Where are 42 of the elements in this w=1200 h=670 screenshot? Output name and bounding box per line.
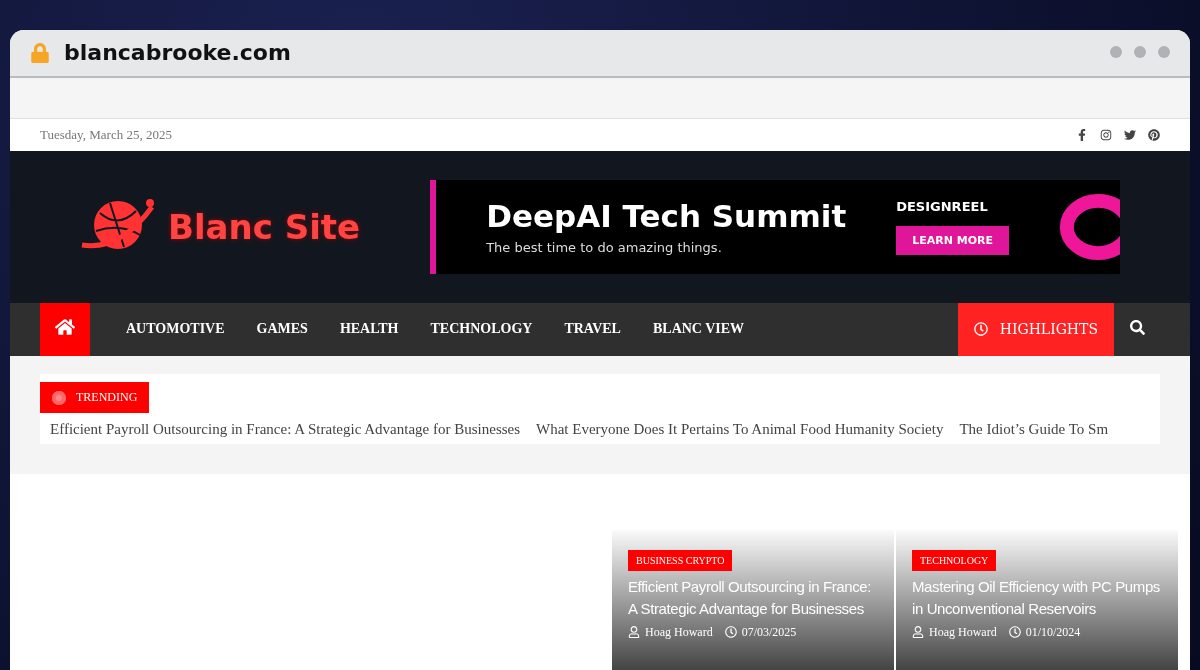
post-date: 01/10/2024 <box>1008 624 1081 640</box>
author-link[interactable]: Hoag Howard <box>912 624 997 640</box>
nav-link[interactable]: TECHNOLOGY <box>414 302 549 356</box>
category-tag[interactable]: BUSINESS CRYPTO <box>628 550 733 571</box>
instagram-icon[interactable] <box>1100 128 1112 141</box>
search-icon <box>1129 320 1145 336</box>
learn-more-button[interactable]: LEARN MORE <box>896 225 1010 255</box>
clock-icon <box>973 322 988 337</box>
trending-link[interactable]: The Idiot’s Guide To Sm <box>959 421 1109 438</box>
nav-link[interactable]: GAMES <box>240 302 324 356</box>
window-dot <box>1134 45 1146 58</box>
date-text: Tuesday, March 25, 2025 <box>40 126 172 143</box>
clock-icon <box>724 626 737 638</box>
home-icon <box>55 316 75 337</box>
trending-link[interactable]: What Everyone Does It Pertains To Animal Food Humanity Society <box>536 421 944 438</box>
author-link[interactable]: Hoag Howard <box>628 624 713 640</box>
site-logo[interactable]: Blanc Site <box>168 206 361 247</box>
banner-tagline: The best time to do amazing things. <box>486 240 723 256</box>
twitter-icon[interactable] <box>1124 128 1136 141</box>
window-dot <box>1110 45 1122 58</box>
user-icon <box>912 626 924 638</box>
trending-link[interactable]: Efficient Payroll Outsourcing in France: A Strategic Advantage for Businesses <box>50 421 521 438</box>
home-button[interactable] <box>40 302 90 356</box>
trending-label: TRENDING <box>40 382 150 413</box>
nav-link[interactable]: TRAVEL <box>548 302 637 356</box>
window-dot <box>1158 45 1170 58</box>
facebook-icon[interactable] <box>1076 128 1088 141</box>
post-card[interactable]: TECHNOLOGY Mastering Oil Efficiency with PC Pumps in Unconventional Reservoirs Hoag Howard 01/10/2024 <box>896 530 1178 670</box>
clock-icon <box>1008 626 1021 638</box>
post-card[interactable]: BUSINESS CRYPTO Efficient Payroll Outsourcing in France: A Strategic Advantage for Businesses Hoag Howard 07/03/2025 <box>612 530 894 670</box>
highlights-button[interactable]: HIGHLIGHTS <box>957 302 1114 356</box>
post-date: 07/03/2025 <box>724 624 797 640</box>
nav-link[interactable]: HEALTH <box>323 302 415 356</box>
category-tag[interactable]: TECHNOLOGY <box>912 550 997 571</box>
user-icon <box>628 626 640 638</box>
ad-banner[interactable]: DeepAI Tech Summit The best time to do amazing things. DESIGNREEL LEARN MORE <box>430 179 1120 274</box>
nav-link[interactable]: BLANC VIEW <box>636 302 761 356</box>
brand-name: DESIGNREEL <box>896 198 988 214</box>
nav-link[interactable]: AUTOMOTIVE <box>110 302 241 356</box>
lock-icon <box>30 42 50 63</box>
banner-title: DeepAI Tech Summit <box>486 198 847 235</box>
pinterest-icon[interactable] <box>1148 128 1160 141</box>
